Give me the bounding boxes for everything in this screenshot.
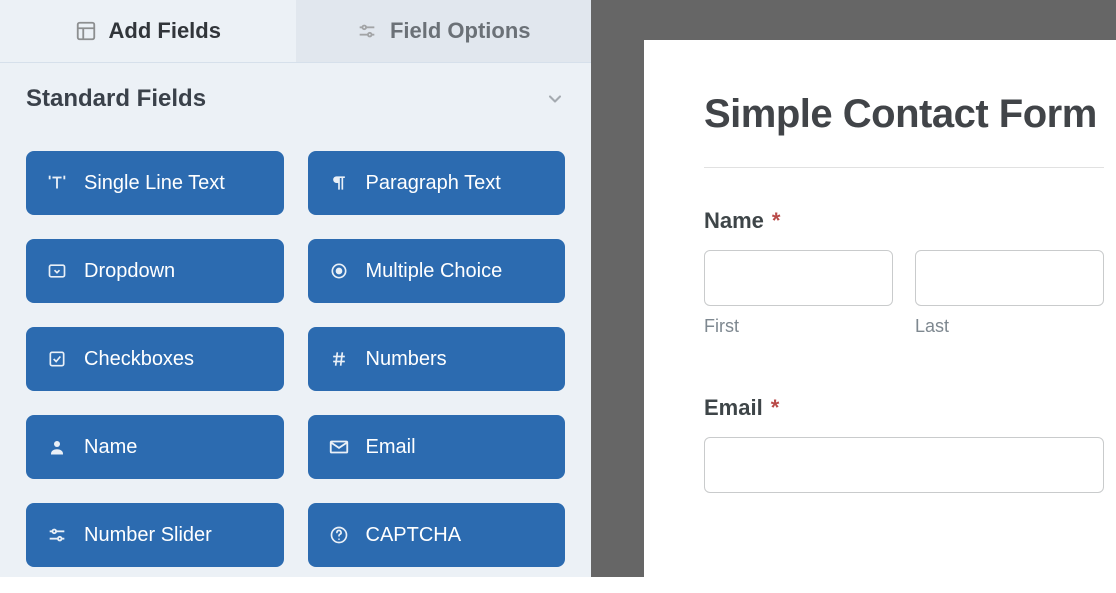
first-name-input[interactable]	[704, 250, 893, 306]
field-paragraph-text[interactable]: Paragraph Text	[308, 151, 566, 215]
field-label: Checkboxes	[84, 348, 194, 371]
sliders-icon	[46, 524, 68, 546]
form-preview[interactable]: Simple Contact Form Name * First Last Em…	[644, 40, 1116, 577]
radio-icon	[328, 260, 350, 282]
paragraph-icon	[328, 172, 350, 194]
field-grid: Single Line Text Paragraph Text Dropdown…	[0, 151, 591, 593]
field-label: Dropdown	[84, 260, 175, 283]
section-header[interactable]: Standard Fields	[26, 85, 565, 113]
email-input[interactable]	[704, 437, 1104, 493]
tab-field-options[interactable]: Field Options	[296, 0, 592, 62]
preview-area: Simple Contact Form Name * First Last Em…	[591, 0, 1116, 577]
required-marker: *	[771, 395, 780, 421]
field-numbers[interactable]: Numbers	[308, 327, 566, 391]
form-field-name[interactable]: Name * First Last	[704, 208, 1104, 337]
field-label: CAPTCHA	[366, 524, 462, 547]
label-text: Name	[704, 208, 764, 234]
section-standard-fields: Standard Fields	[0, 63, 591, 151]
field-label: Multiple Choice	[366, 260, 503, 283]
field-label-name: Name *	[704, 208, 1104, 234]
field-email[interactable]: Email	[308, 415, 566, 479]
field-dropdown[interactable]: Dropdown	[26, 239, 284, 303]
tab-label: Field Options	[390, 18, 531, 44]
question-icon	[328, 524, 350, 546]
tabs: Add Fields Field Options	[0, 0, 591, 63]
sublabel-first: First	[704, 316, 893, 337]
field-number-slider[interactable]: Number Slider	[26, 503, 284, 567]
form-icon	[75, 20, 97, 42]
field-single-line-text[interactable]: Single Line Text	[26, 151, 284, 215]
user-icon	[46, 436, 68, 458]
chevron-down-icon	[545, 89, 565, 109]
required-marker: *	[772, 208, 781, 234]
dropdown-icon	[46, 260, 68, 282]
field-label: Name	[84, 436, 137, 459]
sublabel-last: Last	[915, 316, 1104, 337]
divider	[704, 167, 1104, 168]
tab-add-fields[interactable]: Add Fields	[0, 0, 296, 62]
field-label: Numbers	[366, 348, 447, 371]
field-label: Email	[366, 436, 416, 459]
section-title: Standard Fields	[26, 85, 206, 113]
sliders-icon	[356, 20, 378, 42]
last-name-input[interactable]	[915, 250, 1104, 306]
label-text: Email	[704, 395, 763, 421]
field-label: Single Line Text	[84, 172, 225, 195]
form-title: Simple Contact Form	[704, 92, 1104, 137]
field-label: Number Slider	[84, 524, 212, 547]
text-icon	[46, 172, 68, 194]
field-name[interactable]: Name	[26, 415, 284, 479]
sidebar: Add Fields Field Options Standard Fields…	[0, 0, 591, 577]
tab-label: Add Fields	[109, 18, 221, 44]
field-label: Paragraph Text	[366, 172, 501, 195]
field-multiple-choice[interactable]: Multiple Choice	[308, 239, 566, 303]
hash-icon	[328, 348, 350, 370]
form-field-email[interactable]: Email *	[704, 395, 1104, 493]
checkbox-icon	[46, 348, 68, 370]
field-label-email: Email *	[704, 395, 1104, 421]
field-checkboxes[interactable]: Checkboxes	[26, 327, 284, 391]
envelope-icon	[328, 436, 350, 458]
field-captcha[interactable]: CAPTCHA	[308, 503, 566, 567]
